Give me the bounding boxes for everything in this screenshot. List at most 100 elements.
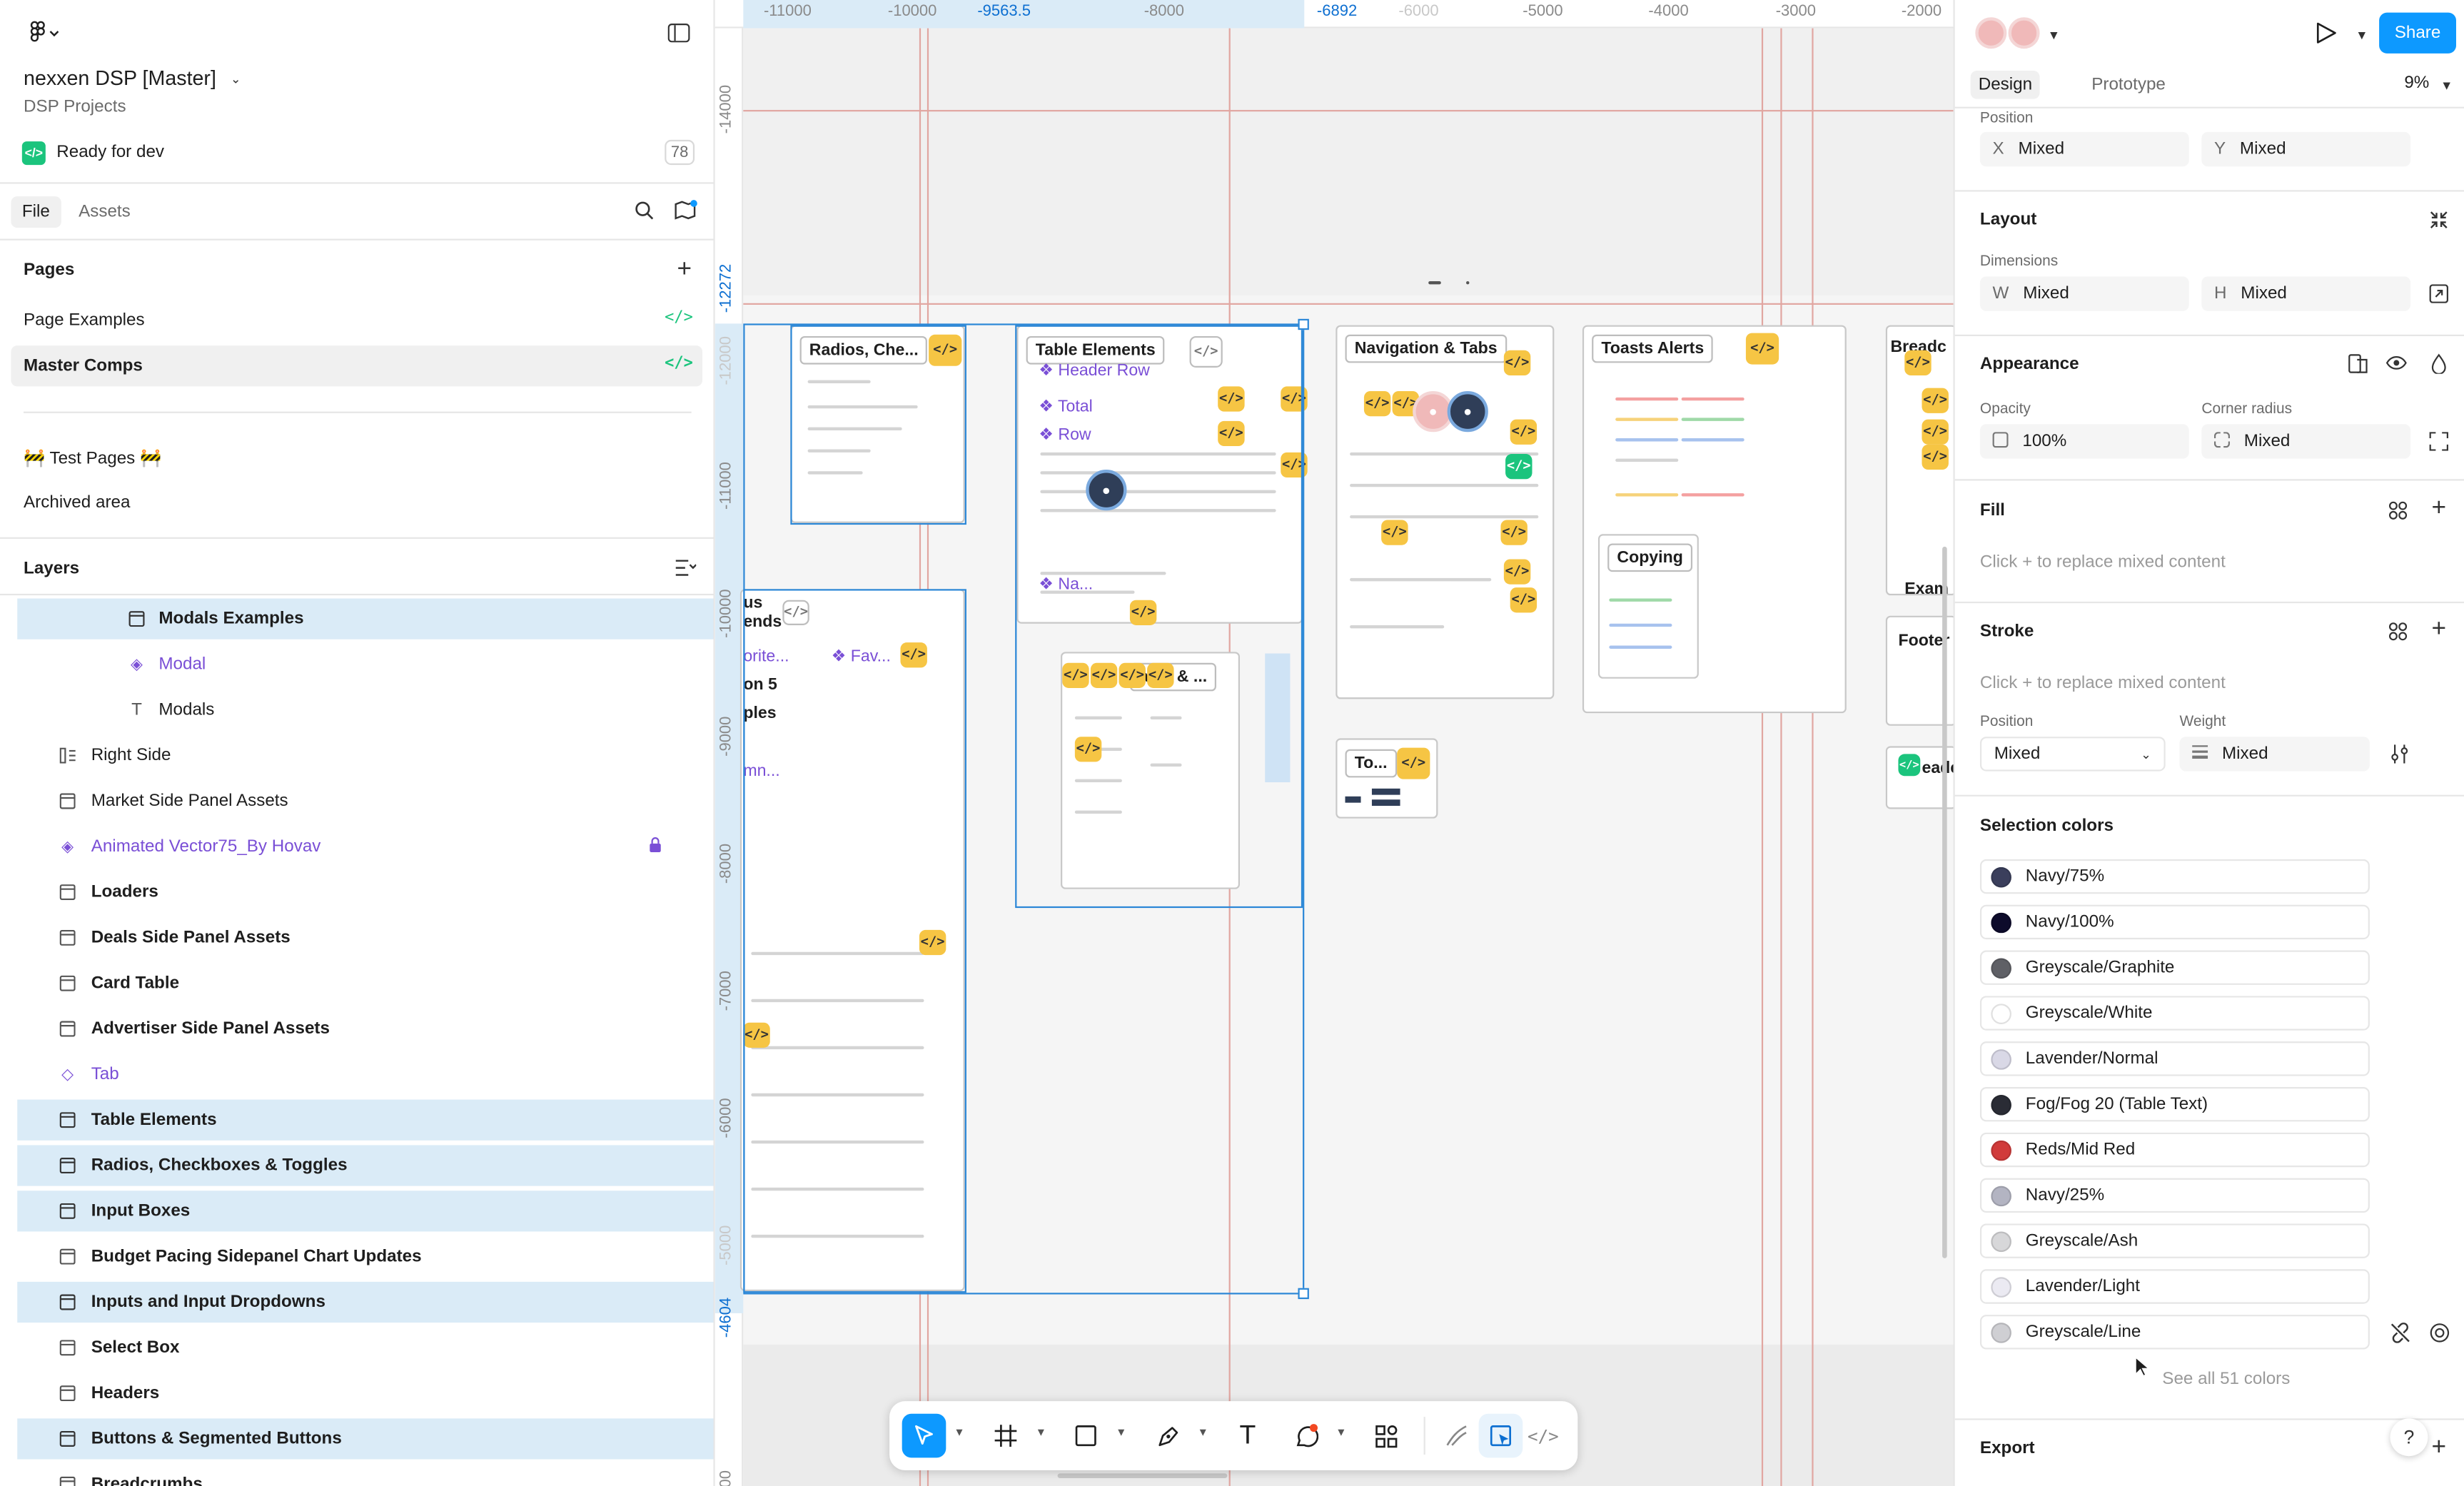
stroke-settings-icon[interactable]	[2388, 743, 2410, 765]
selection-color-fog-20[interactable]: Fog/Fog 20 (Table Text)	[1979, 1086, 2370, 1122]
library-icon[interactable]	[672, 198, 697, 223]
present-icon[interactable]	[2313, 21, 2338, 46]
layer-deals-side-panel-assets[interactable]: Deals Side Panel Assets	[17, 917, 713, 958]
frame-title-headers[interactable]: eade	[1922, 759, 1953, 777]
tab-design[interactable]: Design	[1970, 71, 2041, 99]
toggle-sidebar-icon[interactable]	[666, 21, 691, 46]
selection-color-navy-100[interactable]: Navy/100%	[1979, 904, 2370, 940]
dev-ready-icon[interactable]: </>	[1922, 419, 1949, 445]
layer-market-side-panel-assets[interactable]: Market Side Panel Assets	[17, 781, 713, 822]
corner-radius-field[interactable]: Mixed	[2201, 424, 2411, 459]
dev-ready-icon[interactable]: </>	[1922, 388, 1949, 413]
dev-ready-icon[interactable]: </>	[1904, 350, 1932, 376]
ready-for-dev-label[interactable]: Ready for dev	[56, 143, 164, 161]
select-matching-icon[interactable]	[2428, 1321, 2450, 1343]
move-tool-button[interactable]	[902, 1413, 946, 1458]
chevron-down-icon[interactable]: ▼	[2351, 24, 2373, 46]
page-item-test-pages[interactable]: 🚧 Test Pages 🚧	[11, 437, 702, 477]
layer-input-boxes[interactable]: Input Boxes	[17, 1191, 714, 1232]
resize-to-fit-icon[interactable]	[2428, 283, 2450, 305]
dev-ready-icon[interactable]: </>	[1397, 747, 1430, 779]
collaborator-avatar[interactable]: ●	[1447, 391, 1488, 433]
independent-corners-icon[interactable]	[2428, 430, 2450, 453]
blend-mode-icon[interactable]	[2428, 352, 2450, 374]
add-stroke-icon[interactable]: +	[2428, 616, 2450, 642]
layer-right-side[interactable]: Right Side	[17, 735, 713, 776]
selection-color-white[interactable]: Greyscale/White	[1979, 996, 2370, 1031]
width-field[interactable]: W Mixed	[1979, 276, 2189, 311]
chevron-down-icon[interactable]: ▼	[954, 1428, 964, 1439]
frame-title-navigation-tabs[interactable]: Navigation & Tabs	[1345, 334, 1507, 363]
dev-ready-icon[interactable]: </>	[1500, 520, 1528, 545]
dev-ready-icon[interactable]: </>	[1503, 559, 1531, 585]
selection-color-graphite[interactable]: Greyscale/Graphite	[1979, 950, 2370, 985]
add-fill-icon[interactable]: +	[2428, 495, 2450, 521]
file-title-chevron-icon[interactable]: ⌄	[228, 69, 243, 88]
selection-color-lavender-normal[interactable]: Lavender/Normal	[1979, 1041, 2370, 1076]
selection-color-lavender-light[interactable]: Lavender/Light	[1979, 1269, 2370, 1304]
chevron-down-icon[interactable]: ▼	[2435, 74, 2458, 96]
opacity-field[interactable]: 100%	[1979, 424, 2189, 459]
dev-ready-icon[interactable]: </>	[1745, 333, 1779, 365]
layer-headers[interactable]: Headers	[17, 1373, 713, 1414]
vertical-scrollbar[interactable]	[1942, 546, 1947, 1258]
selection-color-ash[interactable]: Greyscale/Ash	[1979, 1223, 2370, 1258]
stroke-weight-field[interactable]: Mixed	[2179, 737, 2370, 772]
collaborator-avatar[interactable]	[1975, 17, 2007, 49]
collapse-layers-icon[interactable]	[674, 557, 696, 578]
frame-navigation-tabs[interactable]	[1335, 325, 1555, 699]
dev-ready-icon[interactable]: </>	[1922, 444, 1949, 470]
text-tool-button[interactable]: T	[1226, 1414, 1270, 1458]
height-field[interactable]: H Mixed	[2201, 276, 2411, 311]
dev-mode-button[interactable]: </>	[1521, 1414, 1565, 1458]
horizontal-scrollbar[interactable]	[1057, 1473, 1228, 1478]
comment-tool-button[interactable]	[1284, 1414, 1328, 1458]
design-mode-button[interactable]	[1478, 1413, 1523, 1458]
layer-buttons-segmented-buttons[interactable]: Buttons & Segmented Buttons	[17, 1418, 714, 1460]
page-item-page-examples[interactable]: Page Examples </>	[11, 300, 702, 340]
selection-color-mid-red[interactable]: Reds/Mid Red	[1979, 1132, 2370, 1168]
dev-ready-icon[interactable]: </>	[1510, 419, 1538, 445]
canvas-viewport[interactable]: Radios, Che... </> Table Elements </> ❖ …	[739, 28, 1954, 1486]
selection-color-line[interactable]: Greyscale/Line	[1979, 1315, 2370, 1350]
layer-advertiser-side-panel-assets[interactable]: Advertiser Side Panel Assets	[17, 1009, 713, 1049]
layer-card-table[interactable]: Card Table	[17, 963, 713, 1004]
tab-file[interactable]: File	[11, 196, 61, 228]
actions-tool-button[interactable]	[1364, 1414, 1408, 1458]
project-name[interactable]: DSP Projects	[24, 97, 126, 116]
dev-ready-icon[interactable]: </>	[1363, 391, 1391, 417]
rectangle-tool-button[interactable]	[1064, 1414, 1108, 1458]
variable-mode-icon[interactable]	[2346, 352, 2368, 374]
help-button[interactable]: ?	[2390, 1418, 2428, 1457]
chevron-down-icon[interactable]: ▼	[1116, 1428, 1126, 1439]
chevron-down-icon[interactable]: ▼	[1036, 1428, 1046, 1439]
resize-handle[interactable]	[1298, 1288, 1309, 1300]
dev-ready-icon[interactable]: </>	[1503, 350, 1531, 376]
resize-handle[interactable]	[1298, 318, 1309, 330]
collapse-icon[interactable]	[2428, 209, 2450, 231]
dev-ready-icon[interactable]: </>	[1510, 587, 1538, 613]
dev-complete-icon[interactable]: </>	[1898, 754, 1921, 777]
collaborator-avatar[interactable]	[2008, 17, 2040, 49]
zoom-level[interactable]: 9%	[2404, 74, 2429, 92]
detach-style-icon[interactable]	[2388, 1321, 2410, 1343]
draw-mode-button[interactable]	[1435, 1414, 1479, 1458]
share-button[interactable]: Share	[2379, 12, 2456, 54]
frame-title-to[interactable]: To...	[1345, 749, 1397, 778]
figma-menu-icon[interactable]	[19, 17, 66, 49]
tab-assets[interactable]: Assets	[68, 196, 142, 228]
dev-ready-icon[interactable]: </>	[1381, 520, 1408, 545]
x-position-field[interactable]: X Mixed	[1979, 131, 2189, 167]
stroke-position-select[interactable]: Mixed ⌄	[1979, 737, 2166, 772]
layer-budget-pacing[interactable]: Budget Pacing Sidepanel Chart Updates	[17, 1236, 713, 1277]
add-page-icon[interactable]: +	[672, 256, 696, 282]
see-all-colors-link[interactable]: See all 51 colors	[2162, 1370, 2290, 1388]
layer-tab[interactable]: ◇ Tab	[17, 1054, 713, 1095]
chevron-down-icon[interactable]: ▼	[2043, 24, 2065, 46]
layer-breadcrumbs[interactable]: Breadcrumbs	[17, 1464, 713, 1486]
layer-select-box[interactable]: Select Box	[17, 1328, 713, 1368]
selection-color-navy-75[interactable]: Navy/75%	[1979, 859, 2370, 894]
layer-modals-examples[interactable]: Modals Examples	[17, 598, 714, 640]
dev-complete-icon[interactable]: </>	[1505, 454, 1533, 480]
chevron-down-icon[interactable]: ▼	[1198, 1428, 1208, 1439]
